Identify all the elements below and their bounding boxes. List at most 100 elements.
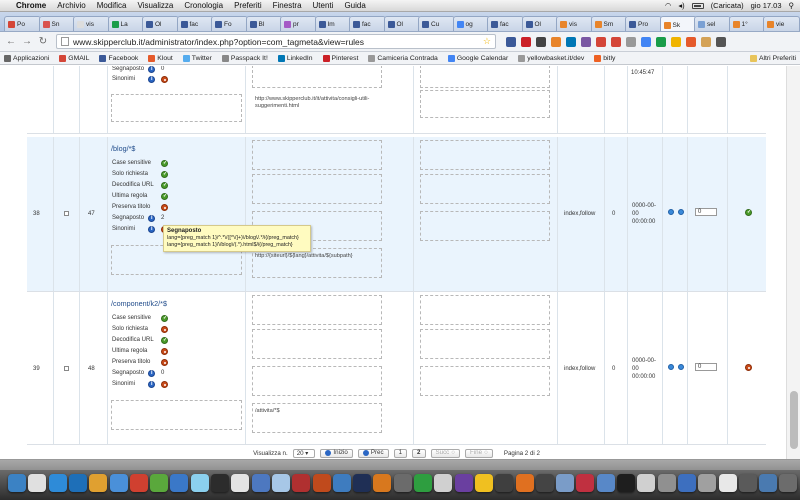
order-up-icon[interactable]	[668, 364, 674, 370]
browser-tab[interactable]: pr	[280, 16, 317, 31]
dock-app-icon[interactable]	[657, 474, 676, 492]
bookmark-item[interactable]: Passpack It!	[221, 54, 268, 62]
dock-app-icon[interactable]	[718, 474, 737, 492]
dock-app-icon[interactable]	[170, 474, 189, 492]
menu-finestra[interactable]: Finestra	[273, 1, 302, 10]
checkmark-icon[interactable]	[161, 337, 168, 344]
browser-tab[interactable]: sel	[694, 16, 731, 31]
empty-field[interactable]	[111, 94, 242, 122]
menu-icon[interactable]	[716, 36, 726, 47]
bookmark-item[interactable]: bitly	[594, 54, 615, 62]
info-icon[interactable]	[148, 370, 155, 377]
bookmark-item[interactable]: LinkedIn	[277, 54, 313, 62]
empty-field[interactable]	[252, 140, 382, 170]
browser-tab[interactable]: vis	[73, 16, 110, 31]
reload-icon[interactable]: ↻	[36, 35, 50, 49]
dock-app-icon[interactable]	[231, 474, 250, 492]
extension-icon[interactable]	[506, 36, 516, 47]
dock-app-icon[interactable]	[596, 474, 615, 492]
status-off-icon[interactable]	[161, 359, 168, 366]
forward-icon[interactable]: →	[20, 35, 34, 49]
browser-tab[interactable]: vis	[556, 16, 593, 31]
back-icon[interactable]: ←	[4, 35, 18, 49]
bookmark-item[interactable]: Twitter	[182, 54, 212, 62]
dock-app-icon[interactable]	[292, 474, 311, 492]
dock-app-icon[interactable]	[535, 474, 554, 492]
dock-app-icon[interactable]	[251, 474, 270, 492]
dock-app-icon[interactable]	[68, 474, 87, 492]
status-off-icon[interactable]	[161, 204, 168, 211]
empty-field[interactable]	[420, 174, 550, 204]
end-button[interactable]: Fine ○	[465, 448, 493, 458]
empty-field[interactable]	[252, 329, 382, 359]
dock-app-icon[interactable]	[759, 474, 778, 492]
next-button[interactable]: Succ ○	[430, 448, 461, 458]
row-checkbox[interactable]	[64, 366, 69, 371]
extension-icon[interactable]	[611, 36, 621, 47]
extension-icon[interactable]	[626, 36, 636, 47]
checkmark-icon[interactable]	[161, 182, 168, 189]
info-icon[interactable]	[148, 66, 155, 73]
empty-field[interactable]	[252, 66, 382, 88]
menu-cronologia[interactable]: Cronologia	[184, 1, 223, 10]
empty-field[interactable]	[420, 295, 550, 325]
menu-modifica[interactable]: Modifica	[97, 1, 127, 10]
scrollbar-thumb[interactable]	[790, 391, 798, 449]
menu-guida[interactable]: Guida	[344, 1, 365, 10]
battery-icon[interactable]	[691, 2, 704, 9]
dock-app-icon[interactable]	[454, 474, 473, 492]
order-up-icon[interactable]	[668, 209, 674, 215]
dock-app-icon[interactable]	[332, 474, 351, 492]
extension-icon[interactable]	[671, 36, 681, 47]
pinterest-icon[interactable]	[521, 36, 531, 47]
extension-icon[interactable]	[641, 36, 651, 47]
dock-app-icon[interactable]	[617, 474, 635, 492]
volume-icon[interactable]: ◂)	[678, 1, 684, 10]
bookmark-item[interactable]: Facebook	[99, 54, 138, 62]
rule-title[interactable]: /blog/*$	[111, 144, 135, 153]
browser-tab[interactable]: La	[107, 16, 145, 31]
row-checkbox[interactable]	[64, 211, 69, 216]
status-off-icon[interactable]	[161, 76, 168, 83]
bookmark-item[interactable]: Google Calendar	[447, 54, 508, 62]
bookmark-item[interactable]: Camiceria Contrada	[368, 54, 438, 62]
extension-icon[interactable]	[551, 36, 561, 47]
dock-app-icon[interactable]	[129, 474, 148, 492]
dock-app-icon[interactable]	[190, 474, 209, 492]
order-input[interactable]: 0	[695, 363, 717, 371]
empty-field[interactable]	[420, 66, 550, 88]
browser-tab[interactable]: vie	[763, 16, 800, 31]
empty-field[interactable]	[252, 174, 382, 204]
extension-icon[interactable]	[581, 36, 591, 47]
browser-tab[interactable]: Bl	[245, 16, 283, 31]
dock-app-icon[interactable]	[779, 474, 798, 492]
bookmark-other[interactable]: Altri Preferiti	[759, 55, 796, 62]
dock-app-icon[interactable]	[556, 474, 575, 492]
browser-tab[interactable]: Ol	[521, 16, 559, 31]
status-off-icon[interactable]	[161, 348, 168, 355]
display-select[interactable]: 20 ▾	[292, 448, 316, 458]
dock-app-icon[interactable]	[738, 474, 757, 492]
star-icon[interactable]: ☆	[483, 36, 491, 47]
extension-icon[interactable]	[536, 36, 546, 47]
browser-tab[interactable]: 1°	[728, 16, 766, 31]
browser-tab[interactable]: Ol	[142, 16, 179, 31]
dock-app-icon[interactable]	[637, 474, 656, 492]
clock[interactable]: gio 17.03	[751, 1, 782, 10]
checkmark-icon[interactable]	[161, 160, 168, 167]
dock-app-icon[interactable]	[576, 474, 595, 492]
browser-tab[interactable]: Ol	[383, 16, 421, 31]
dock-app-icon[interactable]	[414, 474, 432, 492]
dock-app-icon[interactable]	[698, 474, 717, 492]
prev-button[interactable]: Prec	[357, 448, 389, 458]
empty-field[interactable]	[420, 140, 550, 170]
search-icon[interactable]: ⚲	[789, 1, 795, 10]
order-down-icon[interactable]	[678, 209, 684, 215]
dock-app-icon[interactable]	[353, 474, 372, 492]
browser-tab[interactable]: Sn	[38, 16, 76, 31]
browser-tab[interactable]: fac	[487, 16, 524, 31]
rule-title[interactable]: /component/k2/*$	[111, 299, 167, 308]
dock-app-icon[interactable]	[474, 474, 493, 492]
extension-icon[interactable]	[656, 36, 666, 47]
bookmark-item[interactable]: Applicazioni	[4, 54, 49, 62]
